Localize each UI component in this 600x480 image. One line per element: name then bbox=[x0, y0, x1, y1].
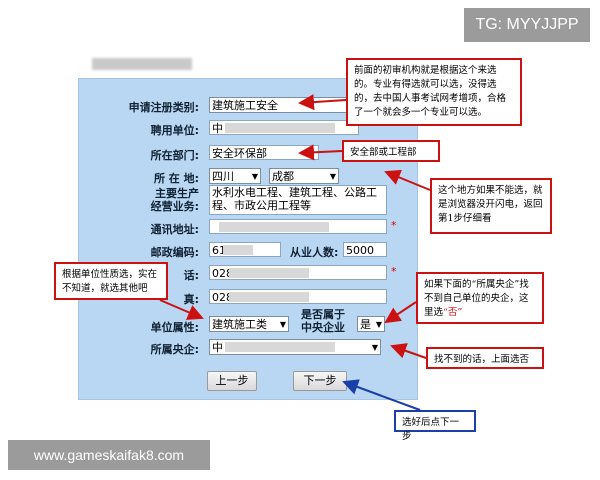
arrow-location bbox=[384, 169, 431, 191]
arrow-unit-property bbox=[159, 299, 204, 320]
arrow-central-enterprise bbox=[384, 301, 417, 324]
arrow-department bbox=[298, 144, 343, 161]
watermark-bottom: www.gameskaifak8.com bbox=[8, 440, 210, 470]
annotation-arrows bbox=[159, 94, 431, 411]
arrow-next-step bbox=[342, 379, 421, 411]
arrow-affiliated bbox=[390, 343, 427, 359]
arrow-register-type bbox=[298, 94, 347, 111]
